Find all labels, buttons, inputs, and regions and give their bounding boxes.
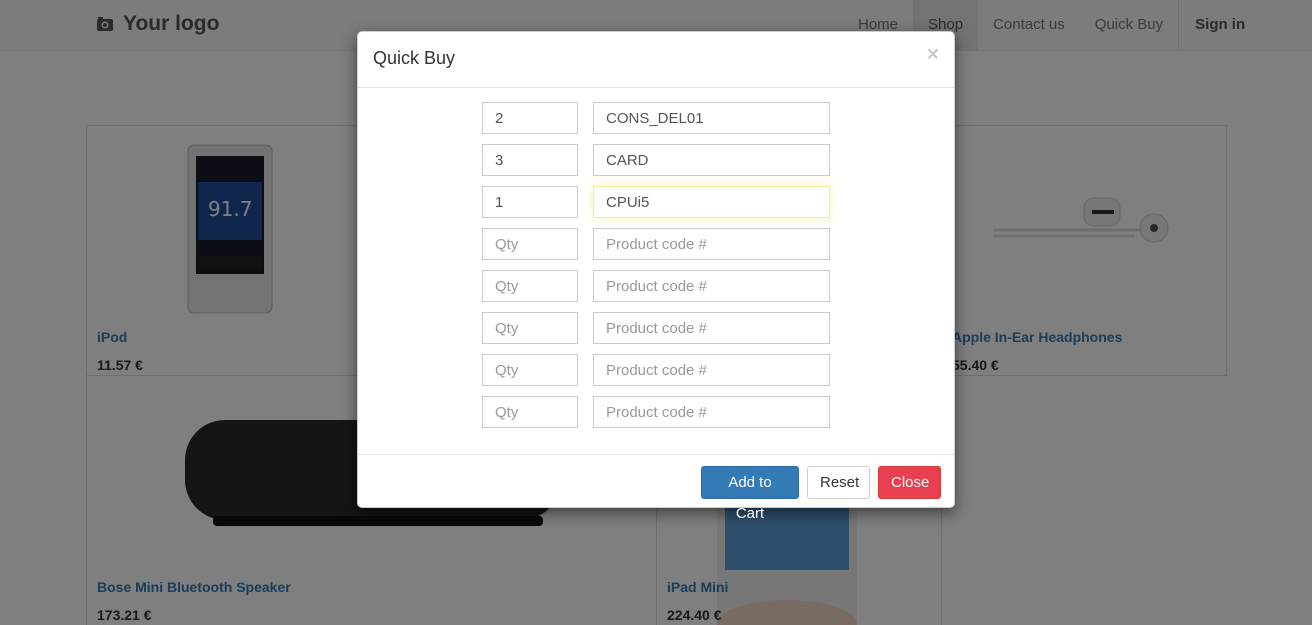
modal-header: Quick Buy × [358, 32, 954, 88]
product-code-input[interactable] [593, 312, 830, 344]
product-code-input[interactable] [593, 354, 830, 386]
quick-buy-row [482, 396, 831, 428]
quick-buy-row [482, 270, 831, 302]
add-to-cart-button[interactable]: Add to Cart [701, 466, 799, 522]
close-button[interactable]: Close [878, 466, 941, 499]
modal-footer: Add to Cart Reset Close [358, 454, 954, 522]
modal-title: Quick Buy [373, 48, 456, 68]
qty-input[interactable] [482, 396, 578, 428]
quick-buy-row [482, 354, 831, 386]
product-code-input[interactable] [593, 270, 830, 302]
quick-buy-row [482, 312, 831, 344]
modal-body [358, 88, 954, 454]
qty-input[interactable] [482, 270, 578, 302]
product-code-input[interactable] [593, 102, 830, 134]
qty-input[interactable] [482, 312, 578, 344]
qty-input[interactable] [482, 102, 578, 134]
quick-buy-row [482, 144, 831, 176]
qty-input[interactable] [482, 228, 578, 260]
close-icon[interactable]: × [927, 44, 939, 65]
product-code-input[interactable] [593, 144, 830, 176]
quick-buy-row [482, 228, 831, 260]
product-code-input[interactable] [593, 228, 830, 260]
reset-button[interactable]: Reset [807, 466, 870, 499]
qty-input[interactable] [482, 354, 578, 386]
qty-input[interactable] [482, 186, 578, 218]
product-code-input[interactable] [593, 396, 830, 428]
quick-buy-modal: Quick Buy × 2 CONS_DEL01 3 CARD 1 CPUi5 … [357, 31, 955, 522]
qty-input[interactable] [482, 144, 578, 176]
product-code-input[interactable] [593, 186, 830, 218]
quick-buy-row [482, 102, 831, 134]
quick-buy-row [482, 186, 831, 218]
